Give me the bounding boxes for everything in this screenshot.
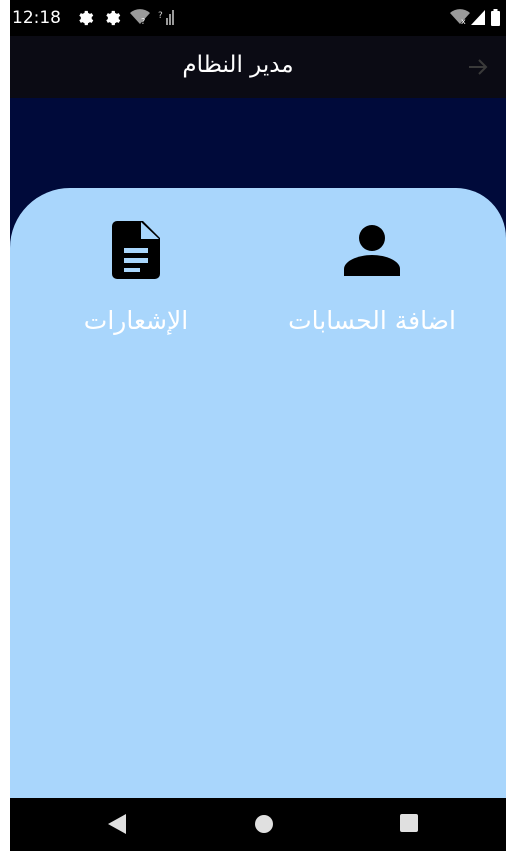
app-bar: مدير النظام	[10, 36, 506, 98]
notifications-label: الإشعارات	[83, 306, 189, 335]
signal-question-icon: ?	[158, 9, 174, 29]
status-bar: 12:18 ? ? x	[10, 0, 506, 36]
svg-text:?: ?	[158, 11, 163, 21]
gear-icon	[103, 9, 121, 31]
recents-square-icon[interactable]	[400, 814, 418, 836]
wifi-off-icon: x	[450, 9, 470, 29]
home-circle-icon[interactable]	[254, 814, 274, 838]
notifications-button[interactable]: الإشعارات	[36, 221, 236, 335]
back-triangle-icon[interactable]	[108, 814, 126, 838]
person-icon	[344, 224, 400, 280]
add-accounts-label: اضافة الحسابات	[288, 306, 456, 335]
gear-icon	[76, 9, 94, 31]
add-accounts-button[interactable]: اضافة الحسابات	[272, 222, 472, 335]
svg-text:x: x	[461, 17, 466, 25]
signal-icon	[471, 9, 485, 29]
battery-icon	[491, 9, 500, 30]
wifi-question-icon: ?	[130, 9, 150, 29]
status-time: 12:18	[12, 8, 61, 28]
phone-screen: 12:18 ? ? x مدير النظام اضافة الحسابات ا…	[10, 0, 506, 851]
document-icon	[112, 221, 160, 283]
menu-card: اضافة الحسابات الإشعارات	[10, 188, 506, 798]
navigation-bar	[10, 798, 506, 851]
svg-text:?: ?	[141, 17, 145, 25]
arrow-right-icon[interactable]	[468, 58, 488, 80]
page-title: مدير النظام	[182, 52, 294, 78]
